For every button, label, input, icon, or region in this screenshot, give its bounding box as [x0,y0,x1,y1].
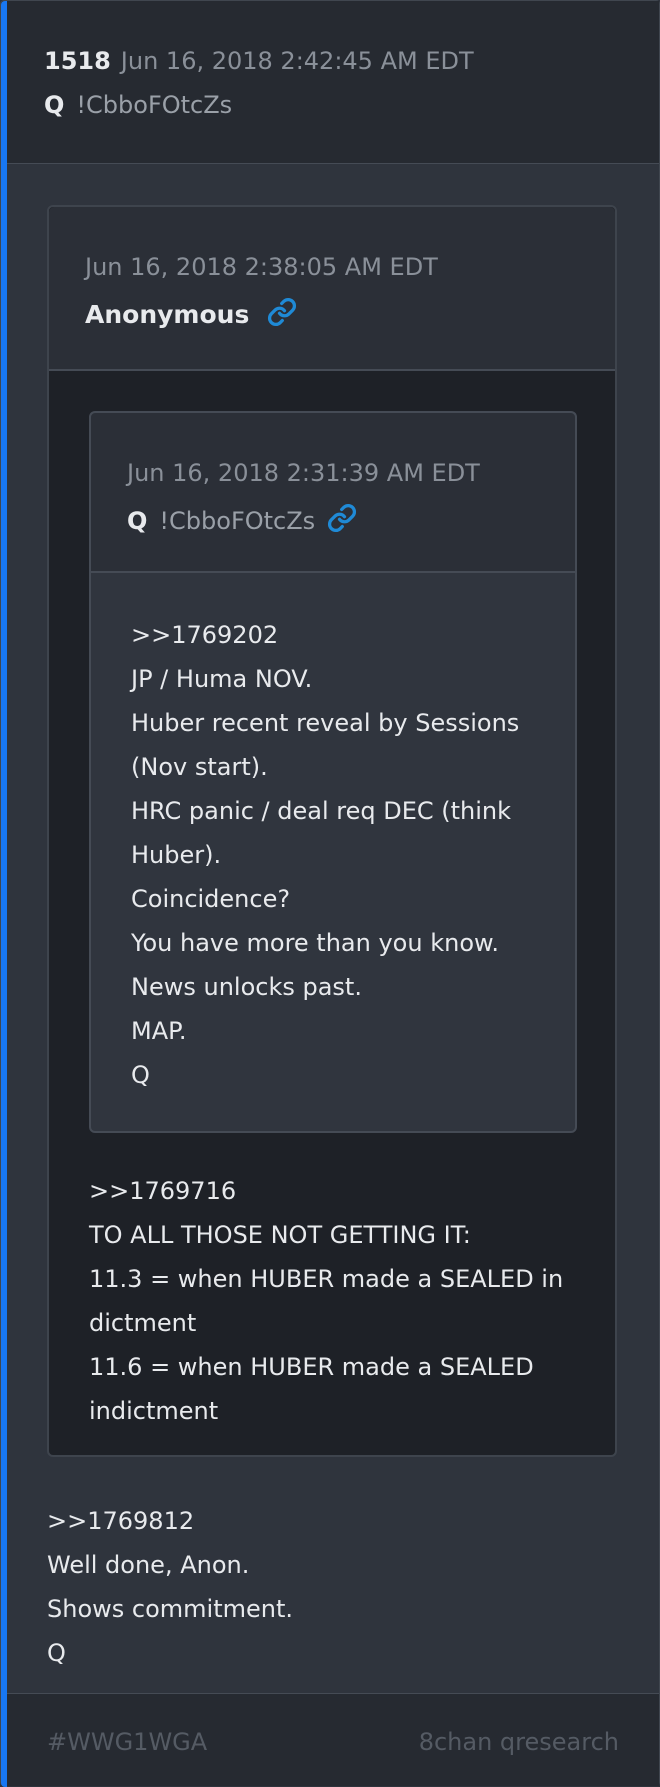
nested-quote-date: Jun 16, 2018 2:31:39 AM EDT [127,459,480,487]
post-tripcode: !CbboFOtcZs [76,91,233,119]
quoted-post-line: 11.3 = when HUBER made a SEALED in [89,1265,564,1293]
nested-quote-line: Q [131,1061,150,1089]
quoted-post-body: >>1769716 TO ALL THOSE NOT GETTING IT: 1… [89,1169,563,1433]
link-icon[interactable] [267,297,297,327]
footer-board[interactable]: 8chan qresearch [419,1728,619,1756]
post-number: 1518 [44,47,111,75]
accent-bar [1,1,7,1787]
post-date: Jun 16, 2018 2:42:45 AM EDT [120,47,474,75]
quoted-post-reply-link[interactable]: >>1769716 [89,1169,563,1213]
post-card: 1518 Jun 16, 2018 2:42:45 AM EDT Q !CbboFO… [0,0,660,1787]
nested-quote-line: MAP. [131,1017,187,1045]
nested-quote-line: Huber). [131,841,222,869]
quoted-post-line: TO ALL THOSE NOT GETTING IT: [89,1221,471,1249]
post-body-line: Q [47,1639,66,1667]
nested-quote-line: News unlocks past. [131,973,362,1001]
quoted-post-header: Jun 16, 2018 2:38:05 AM EDT Anonymous [49,207,615,371]
post-author-line: Q !CbboFOtcZs [44,91,232,119]
nested-quote-line: (Nov start). [131,753,268,781]
link-icon[interactable] [327,503,357,533]
post-body-line: Shows commitment. [47,1595,293,1623]
nested-quote-line: Huber recent reveal by Sessions [131,709,520,737]
nested-quote-line: JP / Huma NOV. [131,665,313,693]
quoted-post-date: Jun 16, 2018 2:38:05 AM EDT [85,253,438,281]
post-meta: 1518 Jun 16, 2018 2:42:45 AM EDT [44,47,474,75]
footer-hashtag[interactable]: #WWG1WGA [47,1728,207,1756]
nested-quote-line: HRC panic / deal req DEC (think [131,797,512,825]
quoted-post-author: Anonymous [85,300,250,329]
post-body: >>1769812 Well done, Anon. Shows commitm… [47,1499,293,1675]
nested-quote-line: Coincidence? [131,885,291,913]
nested-quote-author: Q [127,507,148,535]
post-author: Q [44,91,65,119]
nested-quote-body: >>1769202 JP / Huma NOV. Huber recent re… [131,613,519,1097]
nested-quote-author-line: Q !CbboFOtcZs [127,503,357,535]
nested-quote-tripcode: !CbboFOtcZs [159,507,316,535]
post-reply-link[interactable]: >>1769812 [47,1499,293,1543]
post-footer: #WWG1WGA 8chan qresearch [7,1693,659,1786]
post-body-line: Well done, Anon. [47,1551,250,1579]
quoted-post-line: dictment [89,1309,197,1337]
quoted-post-author-line: Anonymous [85,297,297,329]
post-header: 1518 Jun 16, 2018 2:42:45 AM EDT Q !CbboFO… [7,1,659,164]
nested-quote-line: You have more than you know. [131,929,500,957]
quoted-post-line: indictment [89,1397,219,1425]
nested-quote-reply-link[interactable]: >>1769202 [131,613,519,657]
nested-quote-header: Jun 16, 2018 2:31:39 AM EDT Q !CbboFOtcZs [91,413,575,573]
quoted-post-line: 11.6 = when HUBER made a SEALED [89,1353,534,1381]
nested-quoted-post: Jun 16, 2018 2:31:39 AM EDT Q !CbboFOtcZs… [89,411,577,1133]
quoted-post: Jun 16, 2018 2:38:05 AM EDT Anonymous Ju… [47,205,617,1457]
